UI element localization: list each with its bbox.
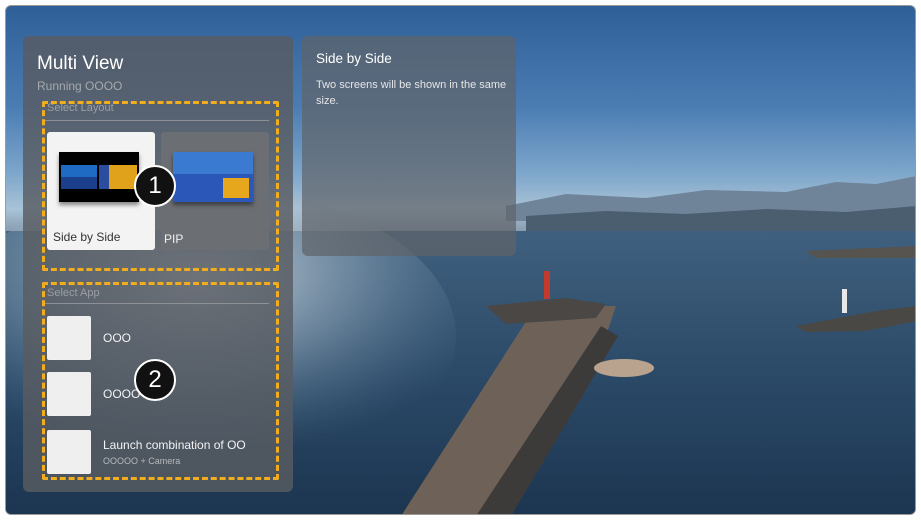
multi-view-panel: Multi View Running OOOO Select Layout Si… [23,36,293,492]
callout-marker-2: 2 [134,359,176,401]
running-app-status: Running OOOO [37,79,123,93]
layout-description-panel: Side by Side Two screens will be shown i… [302,36,516,256]
description-text: Two screens will be shown in the same si… [316,79,507,107]
description-title: Side by Side [316,51,392,66]
callout-marker-1: 1 [134,165,176,207]
panel-title: Multi View [37,53,124,74]
tv-screen: Multi View Running OOOO Select Layout Si… [5,5,916,515]
